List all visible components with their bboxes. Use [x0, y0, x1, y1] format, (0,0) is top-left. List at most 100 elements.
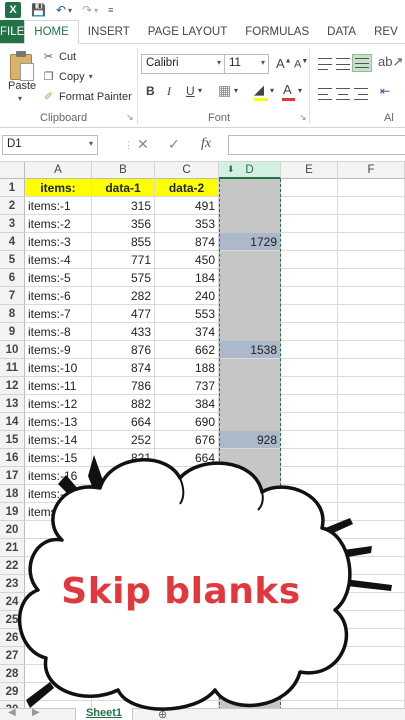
cell-d6[interactable] [219, 269, 281, 287]
font-name-select[interactable]: Calibri ▾ [141, 54, 225, 74]
font-color-dropdown-icon[interactable]: ▾ [298, 86, 302, 95]
row-header[interactable]: 6 [0, 269, 25, 287]
copy-dropdown-icon[interactable]: ▾ [89, 72, 93, 81]
underline-dropdown-icon[interactable]: ▾ [198, 86, 202, 95]
cell-b28[interactable] [92, 665, 155, 683]
cell-b6[interactable]: 575 [92, 269, 155, 287]
cell-b9[interactable]: 433 [92, 323, 155, 341]
cell-f13[interactable] [338, 395, 405, 413]
paste-icon[interactable] [10, 50, 36, 82]
cell-f21[interactable] [338, 539, 405, 557]
italic-button[interactable]: I [167, 84, 171, 99]
grow-font-button[interactable]: A▲ [276, 56, 292, 71]
cell-d9[interactable] [219, 323, 281, 341]
tab-page-layout[interactable]: PAGE LAYOUT [139, 20, 236, 43]
font-color-icon[interactable]: A [283, 82, 292, 97]
cell-c9[interactable]: 374 [155, 323, 219, 341]
cell-a9[interactable]: items:-8 [25, 323, 92, 341]
cell-a21[interactable] [25, 539, 92, 557]
cell-c13[interactable]: 384 [155, 395, 219, 413]
row-header[interactable]: 17 [0, 467, 25, 485]
row-header[interactable]: 27 [0, 647, 25, 665]
cell-c17[interactable]: 107 [155, 467, 219, 485]
cell-d8[interactable] [219, 305, 281, 323]
row-header[interactable]: 11 [0, 359, 25, 377]
row-header[interactable]: 13 [0, 395, 25, 413]
cell-a11[interactable]: items:-10 [25, 359, 92, 377]
cell-c14[interactable]: 690 [155, 413, 219, 431]
middle-align-icon[interactable] [336, 58, 350, 70]
cell-e6[interactable] [281, 269, 338, 287]
row-header[interactable]: 26 [0, 629, 25, 647]
cell-e2[interactable] [281, 197, 338, 215]
cell-d12[interactable] [219, 377, 281, 395]
cell-e17[interactable] [281, 467, 338, 485]
cell-c28[interactable] [155, 665, 219, 683]
cell-c26[interactable] [155, 629, 219, 647]
cell-a28[interactable] [25, 665, 92, 683]
cell-e18[interactable] [281, 485, 338, 503]
cell-f1[interactable] [338, 179, 405, 197]
paste-button[interactable]: Paste [8, 80, 36, 92]
cell-b17[interactable]: 555 [92, 467, 155, 485]
cell-e7[interactable] [281, 287, 338, 305]
cell-a20[interactable] [25, 521, 92, 539]
font-launcher-icon[interactable]: ↘ [299, 112, 307, 123]
cell-f26[interactable] [338, 629, 405, 647]
cell-e8[interactable] [281, 305, 338, 323]
row-header[interactable]: 10 [0, 341, 25, 359]
cell-c10[interactable]: 662 [155, 341, 219, 359]
insert-function-icon[interactable]: fx [201, 136, 211, 152]
select-all-corner[interactable] [0, 162, 25, 179]
cell-a25[interactable] [25, 611, 92, 629]
cell-f8[interactable] [338, 305, 405, 323]
cut-button[interactable]: ✂ Cut [42, 50, 76, 64]
cell-f3[interactable] [338, 215, 405, 233]
cell-d17[interactable] [219, 467, 281, 485]
decrease-indent-icon[interactable]: ⇤ [380, 84, 390, 98]
customize-toolbar-icon[interactable]: ≡ [108, 5, 113, 15]
column-header-a[interactable]: A [25, 162, 92, 179]
bottom-align-icon[interactable] [352, 54, 372, 72]
cell-c4[interactable]: 874 [155, 233, 219, 251]
column-header-e[interactable]: E [281, 162, 338, 179]
cell-b4[interactable]: 855 [92, 233, 155, 251]
column-header-b[interactable]: B [92, 162, 155, 179]
cell-c7[interactable]: 240 [155, 287, 219, 305]
font-size-select[interactable]: 11 ▾ [224, 54, 269, 74]
cell-b26[interactable] [92, 629, 155, 647]
cell-c18[interactable]: 424 [155, 485, 219, 503]
cell-d2[interactable] [219, 197, 281, 215]
row-header[interactable]: 18 [0, 485, 25, 503]
cell-f29[interactable] [338, 683, 405, 701]
redo-icon[interactable]: ↷ [82, 3, 92, 17]
row-header[interactable]: 24 [0, 593, 25, 611]
cell-c11[interactable]: 188 [155, 359, 219, 377]
cancel-icon[interactable]: ✕ [137, 136, 149, 153]
bold-button[interactable]: B [146, 84, 155, 98]
scroll-tabs-left-icon[interactable]: ◀ [8, 707, 16, 718]
tab-home[interactable]: HOME [24, 20, 79, 44]
row-header[interactable]: 23 [0, 575, 25, 593]
cell-e12[interactable] [281, 377, 338, 395]
format-painter-button[interactable]: ✐ Format Painter [42, 90, 132, 104]
cell-c25[interactable] [155, 611, 219, 629]
cell-d4[interactable]: 1729 [219, 233, 281, 251]
cell-e15[interactable] [281, 431, 338, 449]
row-header[interactable]: 12 [0, 377, 25, 395]
align-left-icon[interactable] [318, 88, 332, 100]
row-header[interactable]: 4 [0, 233, 25, 251]
cell-c6[interactable]: 184 [155, 269, 219, 287]
top-align-icon[interactable] [318, 58, 332, 70]
cell-b2[interactable]: 315 [92, 197, 155, 215]
cell-e19[interactable] [281, 503, 338, 521]
cell-b7[interactable]: 282 [92, 287, 155, 305]
cell-c5[interactable]: 450 [155, 251, 219, 269]
cell-b27[interactable] [92, 647, 155, 665]
cell-b5[interactable]: 771 [92, 251, 155, 269]
cell-f15[interactable] [338, 431, 405, 449]
cell-a15[interactable]: items:-14 [25, 431, 92, 449]
cell-d13[interactable] [219, 395, 281, 413]
cell-a6[interactable]: items:-5 [25, 269, 92, 287]
cell-a2[interactable]: items:-1 [25, 197, 92, 215]
